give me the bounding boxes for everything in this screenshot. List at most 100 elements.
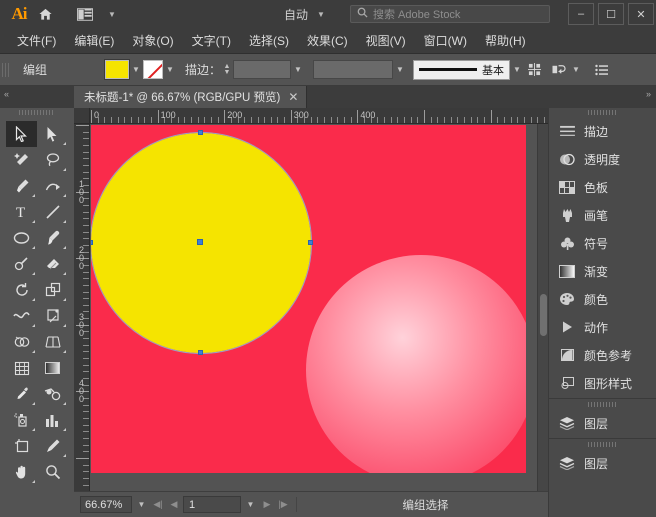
next-page-icon[interactable]: ▶ [260, 496, 274, 513]
selection-tool[interactable] [6, 121, 37, 147]
adobe-stock-search-input[interactable]: 搜索 Adobe Stock [350, 5, 550, 23]
line-segment-tool[interactable] [37, 199, 68, 225]
menu-help[interactable]: 帮助(H) [476, 29, 535, 52]
zoom-tool[interactable] [37, 459, 68, 485]
opacity-input[interactable] [313, 60, 393, 79]
perspective-grid-tool[interactable] [37, 329, 68, 355]
auto-mode-label[interactable]: 自动 [284, 6, 308, 23]
panel-button-color-guide[interactable]: 颜色参考 [549, 341, 656, 369]
anchor-point-bottom[interactable] [198, 350, 203, 355]
eyedropper-tool[interactable] [6, 381, 37, 407]
control-bar-grip[interactable] [2, 57, 11, 83]
curvature-tool[interactable] [37, 173, 68, 199]
slice-tool[interactable] [37, 433, 68, 459]
menu-effect[interactable]: 效果(C) [298, 29, 357, 52]
stroke-weight-chevron-down-icon[interactable]: ▼ [291, 60, 305, 79]
anchor-point-right[interactable] [308, 240, 313, 245]
panel-button-gradient[interactable]: 渐变 [549, 257, 656, 285]
mesh-tool[interactable] [6, 355, 37, 381]
stroke-color-swatch[interactable] [143, 60, 163, 79]
pen-tool[interactable] [6, 173, 37, 199]
last-page-icon[interactable]: |▶ [276, 496, 290, 513]
dock-grip-layers-1[interactable] [549, 400, 656, 409]
menu-window[interactable]: 窗口(W) [415, 29, 476, 52]
close-icon[interactable]: ✕ [288, 90, 298, 104]
panel-button-stroke[interactable]: 描边 [549, 117, 656, 145]
list-options-icon[interactable] [592, 60, 612, 80]
lasso-tool[interactable] [37, 147, 68, 173]
panel-button-graphic-styles[interactable]: 图形样式 [549, 369, 656, 397]
collapse-left-icon[interactable]: « [4, 89, 9, 99]
artboard[interactable] [91, 125, 526, 473]
opacity-chevron-down-icon[interactable]: ▼ [393, 60, 407, 79]
anchor-point-top[interactable] [198, 130, 203, 135]
first-page-icon[interactable]: ◀| [151, 496, 165, 513]
hand-tool[interactable] [6, 459, 37, 485]
zoom-level-input[interactable]: 66.67% [80, 496, 132, 513]
page-chevron-down-icon[interactable]: ▼ [243, 496, 258, 513]
fill-chevron-down-icon[interactable]: ▼ [129, 60, 143, 79]
fill-color-swatch[interactable] [105, 60, 129, 79]
transform-icon[interactable] [549, 60, 569, 80]
align-icon[interactable] [524, 60, 544, 80]
free-transform-tool[interactable] [37, 303, 68, 329]
panel-button-transparency[interactable]: 透明度 [549, 145, 656, 173]
column-graph-tool[interactable] [37, 407, 68, 433]
panel-button-swatches[interactable]: 色板 [549, 173, 656, 201]
rotate-tool[interactable] [6, 277, 37, 303]
stroke-chevron-down-icon[interactable]: ▼ [163, 60, 177, 79]
stroke-profile-chevron-down-icon[interactable]: ▼ [510, 60, 524, 79]
page-number-input[interactable]: 1 [183, 496, 241, 513]
ruler-corner[interactable] [74, 108, 90, 124]
shaper-tool[interactable] [6, 251, 37, 277]
dock-grip-layers-2[interactable] [549, 440, 656, 449]
panel-button-brushes[interactable]: 画笔 [549, 201, 656, 229]
dock-grip-main[interactable] [549, 108, 656, 117]
menu-type[interactable]: 文字(T) [183, 29, 240, 52]
auto-chevron-down-icon[interactable]: ▼ [308, 3, 334, 25]
home-icon[interactable] [32, 3, 58, 25]
symbol-sprayer-tool[interactable] [6, 407, 37, 433]
document-tab[interactable]: 未标题-1* @ 66.67% (RGB/GPU 预览) ✕ [74, 86, 307, 108]
magic-wand-tool[interactable] [6, 147, 37, 173]
gradient-tool[interactable] [37, 355, 68, 381]
type-tool[interactable]: T [6, 199, 37, 225]
stroke-weight-stepper[interactable]: ▲▼ [221, 60, 233, 79]
close-button[interactable]: ✕ [628, 3, 654, 25]
menu-file[interactable]: 文件(F) [8, 29, 65, 52]
arrange-chevron-down-icon[interactable]: ▼ [99, 3, 125, 25]
minimize-button[interactable]: – [568, 3, 594, 25]
anchor-point-left[interactable] [91, 240, 93, 245]
menu-object[interactable]: 对象(O) [123, 29, 182, 52]
menu-edit[interactable]: 编辑(E) [65, 29, 123, 52]
maximize-button[interactable]: ☐ [598, 3, 624, 25]
eraser-tool[interactable] [37, 251, 68, 277]
transform-chevron-down-icon[interactable]: ▼ [569, 60, 583, 79]
vertical-ruler[interactable]: 100200300400 [74, 124, 90, 491]
vertical-scrollbar[interactable] [537, 124, 548, 491]
shape-builder-tool[interactable] [6, 329, 37, 355]
prev-page-icon[interactable]: ◀ [167, 496, 181, 513]
paintbrush-tool[interactable] [37, 225, 68, 251]
menu-select[interactable]: 选择(S) [240, 29, 298, 52]
panel-button-actions[interactable]: 动作 [549, 313, 656, 341]
arrange-documents-icon[interactable] [72, 3, 98, 25]
zoom-chevron-down-icon[interactable]: ▼ [134, 496, 149, 513]
blend-tool[interactable] [37, 381, 68, 407]
panel-button-color[interactable]: 颜色 [549, 285, 656, 313]
stroke-profile-select[interactable]: 基本 [413, 60, 510, 80]
vertical-scrollbar-thumb[interactable] [540, 294, 547, 336]
ellipse-tool[interactable] [6, 225, 37, 251]
pink-gradient-sphere[interactable] [306, 255, 526, 473]
horizontal-ruler[interactable]: 0100200300400 [90, 108, 548, 124]
scale-tool[interactable] [37, 277, 68, 303]
tools-panel-grip[interactable] [0, 108, 74, 117]
panel-button-symbols[interactable]: 符号 [549, 229, 656, 257]
anchor-point-center[interactable] [197, 239, 203, 245]
panel-button-layers-2[interactable]: 图层 [549, 449, 656, 477]
collapse-right-icon[interactable]: » [646, 89, 651, 99]
canvas-area[interactable]: 0100200300400 100200300400 [74, 108, 548, 491]
direct-selection-tool[interactable] [37, 121, 68, 147]
panel-button-layers-1[interactable]: 图层 [549, 409, 656, 437]
artboard-tool[interactable] [6, 433, 37, 459]
